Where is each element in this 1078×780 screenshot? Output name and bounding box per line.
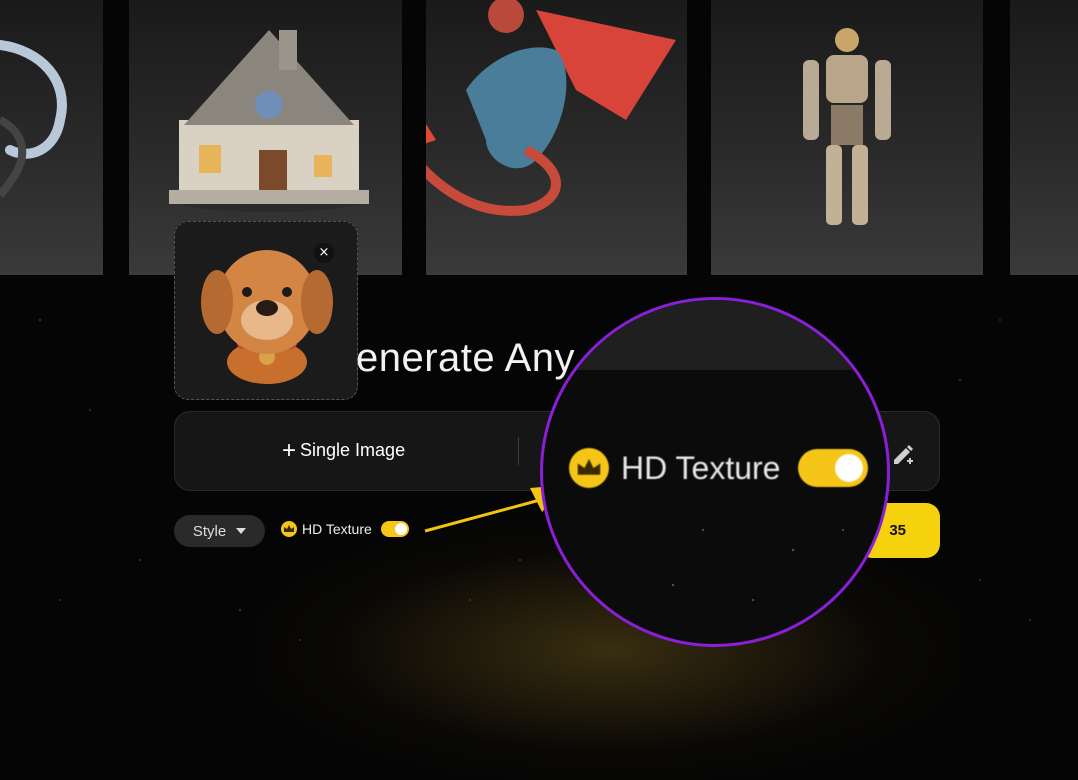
style-label: Style [192, 522, 227, 540]
single-image-button[interactable]: + Single Image [282, 436, 406, 464]
zoomed-hd-texture-toggle [798, 449, 869, 487]
gallery-card-robot[interactable] [711, 0, 983, 275]
style-dropdown[interactable]: Style [174, 515, 265, 547]
scorpion-model-image [0, 40, 67, 198]
hd-texture-option[interactable]: HD Texture [281, 521, 409, 537]
gallery-card-dragon[interactable] [426, 0, 687, 275]
caret-down-icon [236, 528, 247, 534]
crown-icon [281, 521, 297, 537]
zoom-magnifier: HD Texture [540, 297, 890, 647]
pencil-icon[interactable] [890, 440, 916, 471]
generate-cost: 35 [889, 522, 906, 539]
dragon-model-image [426, 0, 676, 216]
robot-model-image [803, 28, 891, 225]
single-image-label: Single Image [300, 440, 406, 460]
gallery-card-partial[interactable] [1010, 0, 1078, 275]
zoomed-hd-texture-option: HD Texture [569, 448, 869, 488]
zoomed-hd-texture-label: HD Texture [621, 449, 781, 486]
hd-texture-label: HD Texture [302, 521, 372, 537]
gallery-card-scorpion[interactable] [0, 0, 103, 275]
plus-icon: + [282, 436, 297, 464]
close-icon[interactable]: × [314, 243, 334, 263]
model-gallery [0, 0, 1078, 275]
mode-divider [518, 437, 519, 465]
hd-texture-toggle[interactable] [380, 521, 409, 537]
crown-icon [569, 448, 609, 488]
